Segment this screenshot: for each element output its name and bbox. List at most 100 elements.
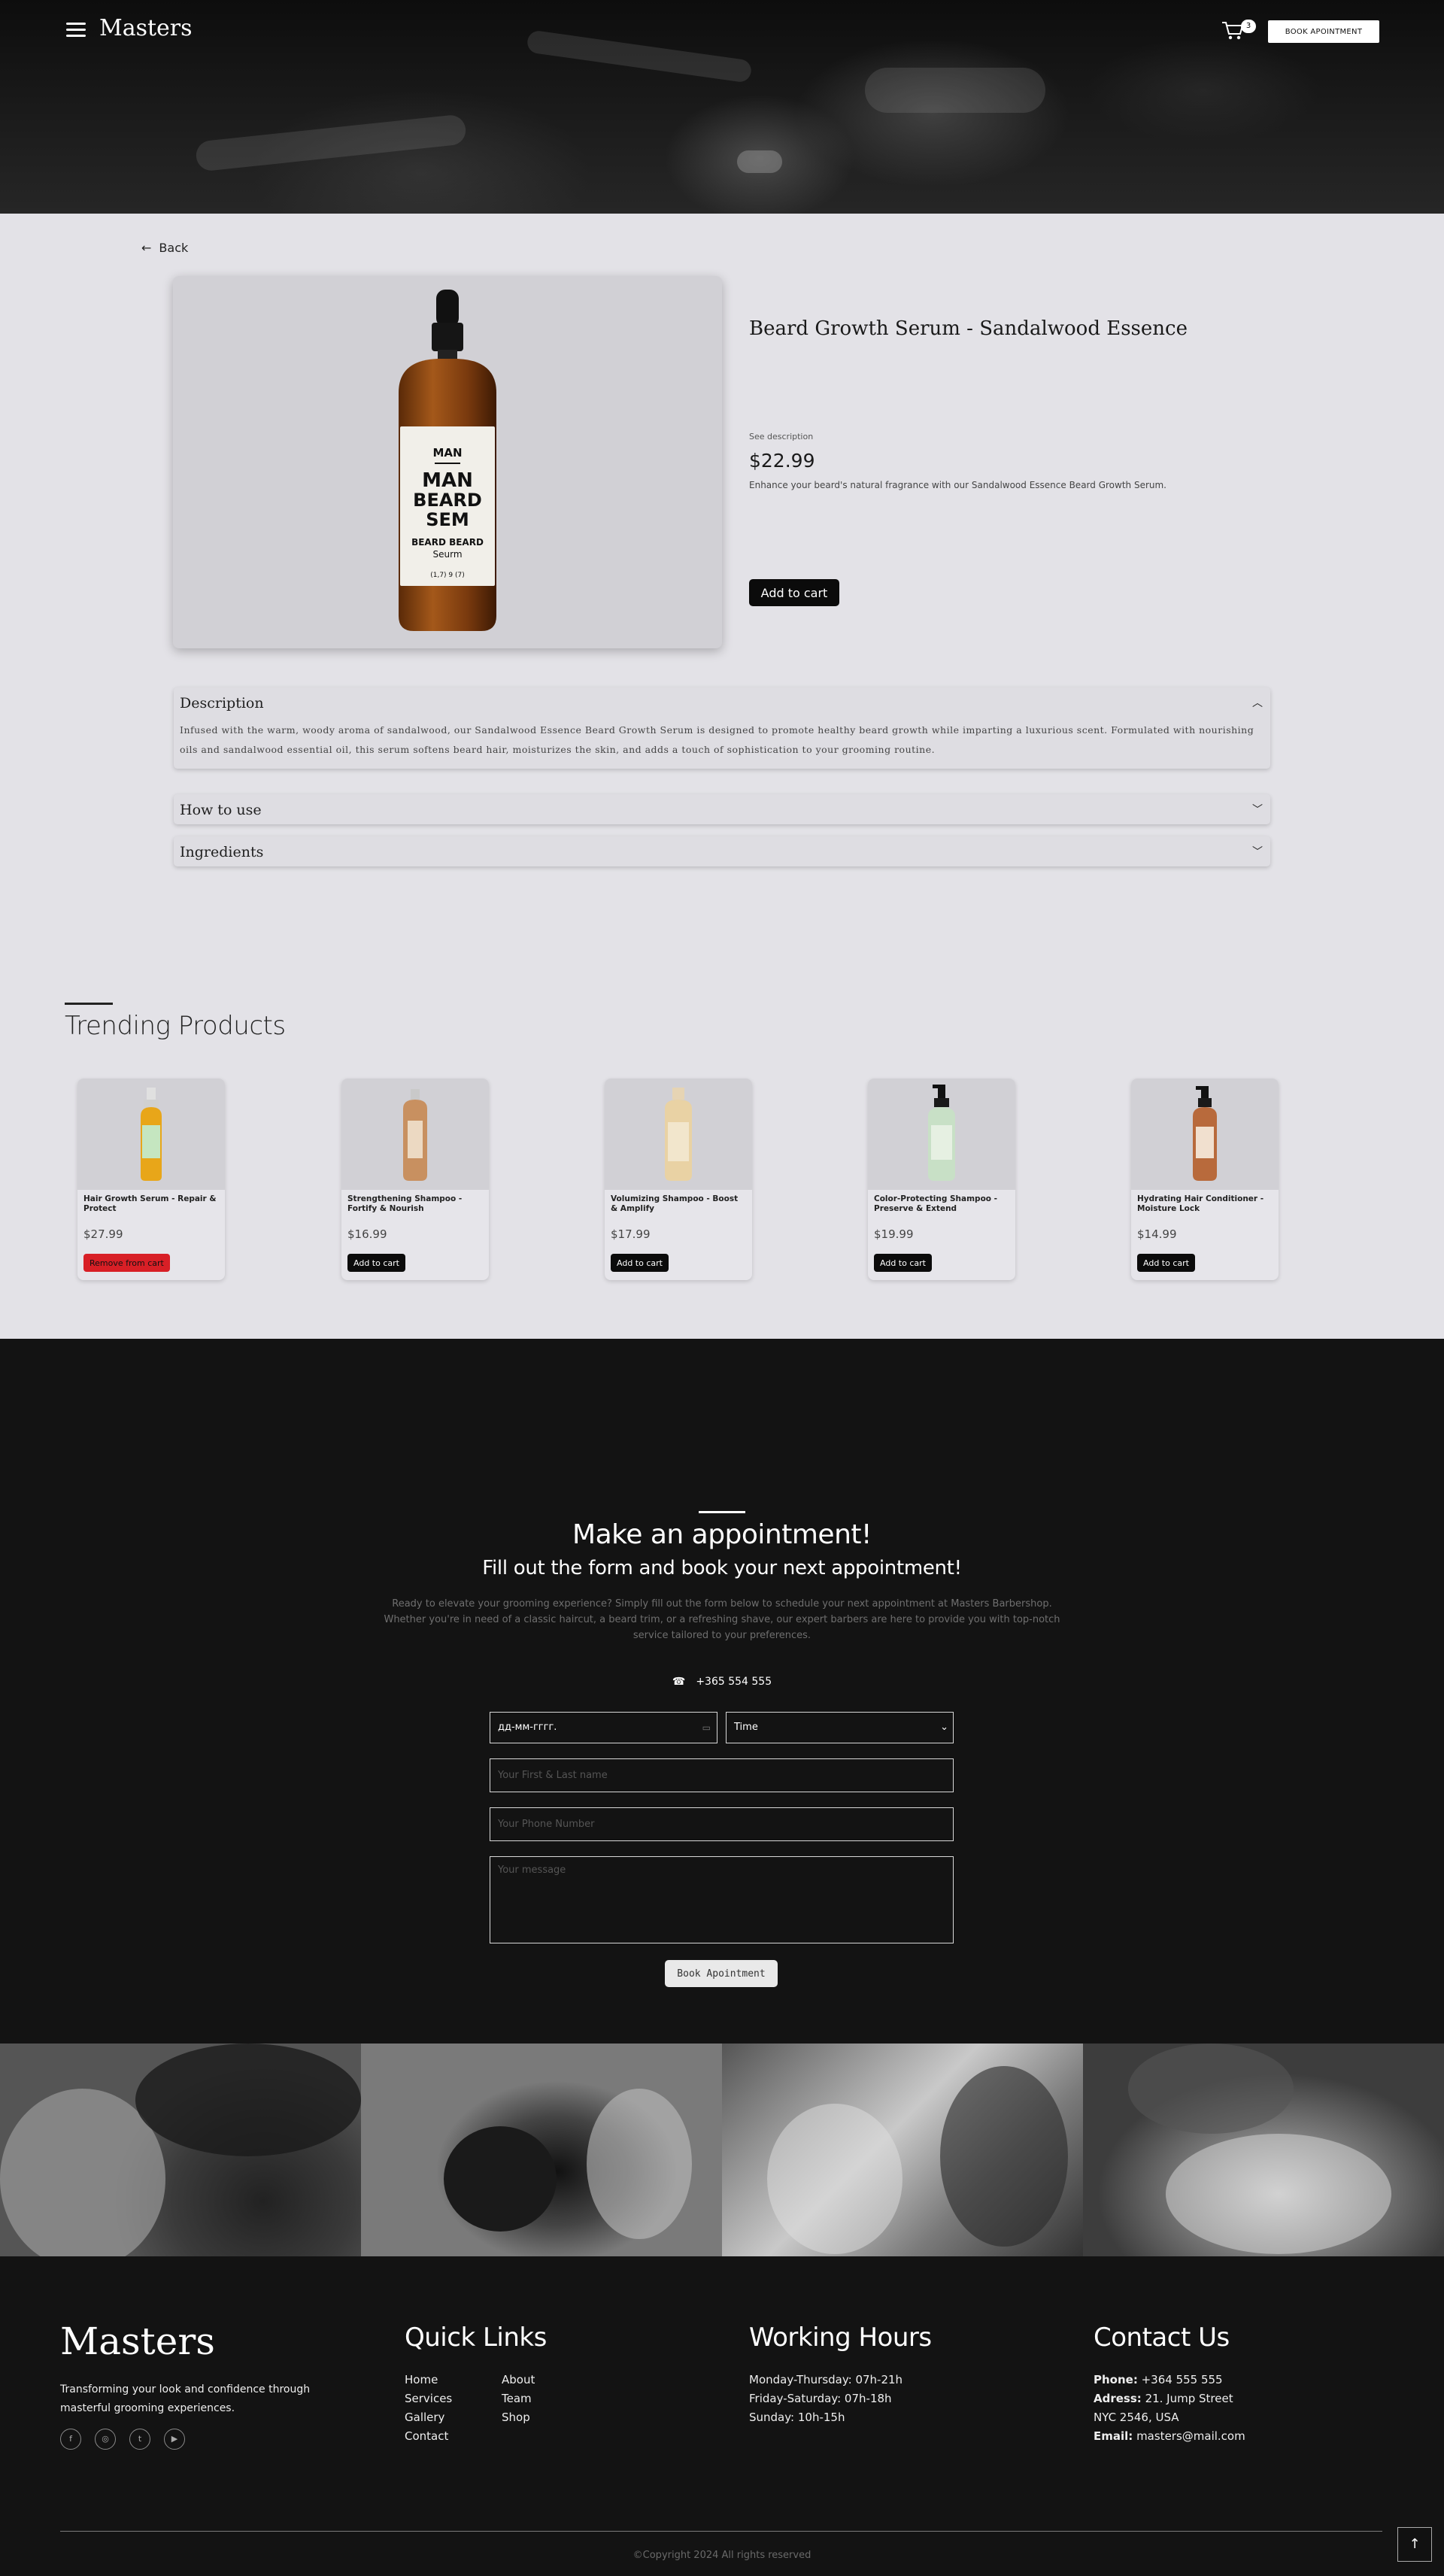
section-divider	[65, 1003, 113, 1005]
add-to-cart-button[interactable]: Add to cart	[347, 1254, 405, 1272]
chevron-down-icon: ﹀	[1252, 846, 1263, 858]
copyright-text: ©Copyright 2024 All rights reserved	[633, 2550, 811, 2561]
bottle-label-line2: BEARD	[413, 490, 482, 511]
gallery-image-razor-shave[interactable]	[361, 2044, 722, 2256]
time-select[interactable]: Time ⌄	[726, 1712, 954, 1743]
contact-phone-label: Phone:	[1094, 2373, 1138, 2386]
date-placeholder: дд-мм-гггг.	[498, 1722, 557, 1733]
product-card-image	[1131, 1079, 1279, 1190]
product-card-image	[868, 1079, 1015, 1190]
product-card-image	[605, 1079, 752, 1190]
product-card[interactable]: Hydrating Hair Conditioner - Moisture Lo…	[1131, 1079, 1279, 1280]
chevron-down-icon: ﹀	[1252, 804, 1263, 816]
bottle-label-line5: Seurm	[432, 549, 462, 560]
bottle-label-top: MAN	[432, 446, 462, 460]
footer-link-gallery[interactable]: Gallery	[405, 2411, 444, 2424]
product-card-name[interactable]: Volumizing Shampoo - Boost & Amplify	[611, 1194, 746, 1214]
footer-link-contact[interactable]: Contact	[405, 2429, 448, 2443]
accordion-description-body: Infused with the warm, woody aroma of sa…	[180, 724, 1254, 755]
arrow-left-icon: ←	[141, 241, 152, 255]
footer-link-about[interactable]: About	[502, 2373, 535, 2386]
hero-banner: Masters 3 BOOK APOINTMENT	[0, 0, 1444, 214]
footer-link-shop[interactable]: Shop	[502, 2411, 530, 2424]
barber-shape	[1128, 2044, 1294, 2134]
product-price: $22.99	[749, 450, 815, 472]
head-shape	[444, 2126, 557, 2232]
book-appointment-submit-button[interactable]: Book Apointment	[665, 1960, 778, 1987]
footer-tagline: Transforming your look and confidence th…	[60, 2383, 311, 2414]
product-card-name[interactable]: Color-Protecting Shampoo - Preserve & Ex…	[874, 1194, 1009, 1214]
back-link[interactable]: ← Back	[141, 241, 188, 255]
add-to-cart-button[interactable]: Add to cart	[1137, 1254, 1195, 1272]
arrow-up-icon: ↑	[1409, 2536, 1421, 2552]
see-description-link[interactable]: See description	[749, 432, 813, 441]
footer-link-team[interactable]: Team	[502, 2392, 532, 2405]
bottle-label-line4: BEARD BEARD	[411, 537, 484, 548]
product-card[interactable]: Volumizing Shampoo - Boost & Amplify $17…	[605, 1079, 752, 1280]
footer-logo[interactable]: Masters	[60, 2320, 215, 2363]
accordion-ingredients-header[interactable]: Ingredients ﹀	[174, 836, 1270, 866]
hours-line: Sunday: 10h-15h	[749, 2411, 845, 2424]
product-card[interactable]: Color-Protecting Shampoo - Preserve & Ex…	[868, 1079, 1015, 1280]
footer-link-services[interactable]: Services	[405, 2392, 452, 2405]
add-to-cart-button[interactable]: Add to cart	[874, 1254, 932, 1272]
footer-link-home[interactable]: Home	[405, 2373, 438, 2386]
name-input[interactable]	[490, 1758, 954, 1792]
face-shape	[1166, 2134, 1391, 2254]
youtube-icon[interactable]: ▶	[164, 2429, 185, 2450]
site-logo[interactable]: Masters	[99, 15, 193, 41]
gallery-strip	[0, 2044, 1444, 2256]
facebook-icon[interactable]: f	[60, 2429, 81, 2450]
book-appointment-button[interactable]: BOOK APOINTMENT	[1268, 20, 1379, 43]
product-bottle	[928, 1085, 955, 1181]
bottle-label-line1: MAN	[422, 469, 473, 492]
phone-icon: ☎	[672, 1676, 686, 1688]
date-input[interactable]: дд-мм-гггг. ▭	[490, 1712, 717, 1743]
calendar-icon[interactable]: ▭	[702, 1713, 711, 1743]
product-card-image	[77, 1079, 225, 1190]
product-title: Beard Growth Serum - Sandalwood Essence	[749, 317, 1188, 340]
hours-line: Monday-Thursday: 07h-21h	[749, 2373, 903, 2386]
scroll-to-top-button[interactable]: ↑	[1397, 2527, 1432, 2562]
contact-email-value[interactable]: masters@mail.com	[1136, 2429, 1245, 2443]
appointment-phone: ☎ +365 554 555	[0, 1676, 1444, 1688]
twitter-icon[interactable]: t	[129, 2429, 150, 2450]
shadow-shape	[135, 2044, 361, 2156]
contact-city: NYC 2546, USA	[1094, 2411, 1179, 2424]
appointment-subtitle: Fill out the form and book your next app…	[482, 1557, 962, 1579]
accordion-ingredients: Ingredients ﹀	[174, 836, 1270, 866]
gallery-image-beard-trim[interactable]	[0, 2044, 361, 2256]
product-card-name[interactable]: Hair Growth Serum - Repair & Protect	[83, 1194, 219, 1214]
chevron-up-icon: ︿	[1252, 697, 1263, 709]
product-card[interactable]: Hair Growth Serum - Repair & Protect $27…	[77, 1079, 225, 1280]
hamburger-menu-icon[interactable]	[66, 23, 86, 38]
product-card-name[interactable]: Hydrating Hair Conditioner - Moisture Lo…	[1137, 1194, 1273, 1214]
product-card-name[interactable]: Strengthening Shampoo - Fortify & Nouris…	[347, 1194, 483, 1214]
hero-shade	[194, 114, 468, 172]
accordion-how-to-use-header[interactable]: How to use ﹀	[174, 794, 1270, 824]
add-to-cart-button[interactable]: Add to cart	[611, 1254, 669, 1272]
appointment-section: Make an appointment! Fill out the form a…	[0, 1339, 1444, 2044]
product-card-price: $16.99	[347, 1227, 387, 1241]
footer: Masters Transforming your look and confi…	[0, 2256, 1444, 2576]
instagram-icon[interactable]: ◎	[95, 2429, 116, 2450]
phone-number-input[interactable]	[490, 1807, 954, 1841]
back-label: Back	[159, 241, 189, 255]
accordion-description-header[interactable]: Description ︿	[174, 687, 1270, 718]
gallery-image-clipper-fade[interactable]	[722, 2044, 1083, 2256]
contact-address-label: Adress:	[1094, 2392, 1142, 2405]
hero-shade	[526, 29, 753, 83]
contact-phone: Phone: +364 555 555	[1094, 2373, 1223, 2386]
product-bottle	[403, 1089, 427, 1181]
appointment-title: Make an appointment!	[572, 1519, 872, 1550]
product-card[interactable]: Strengthening Shampoo - Fortify & Nouris…	[341, 1079, 489, 1280]
message-textarea[interactable]	[490, 1856, 954, 1943]
hand-shape	[940, 2066, 1068, 2247]
accordion-ingredients-title: Ingredients	[180, 844, 264, 860]
time-select-value: Time	[734, 1722, 758, 1733]
footer-divider	[60, 2531, 1382, 2532]
contact-phone-value[interactable]: +364 555 555	[1142, 2373, 1223, 2386]
add-to-cart-button[interactable]: Add to cart	[749, 579, 839, 606]
gallery-image-beard-styling[interactable]	[1083, 2044, 1444, 2256]
remove-from-cart-button[interactable]: Remove from cart	[83, 1254, 170, 1272]
